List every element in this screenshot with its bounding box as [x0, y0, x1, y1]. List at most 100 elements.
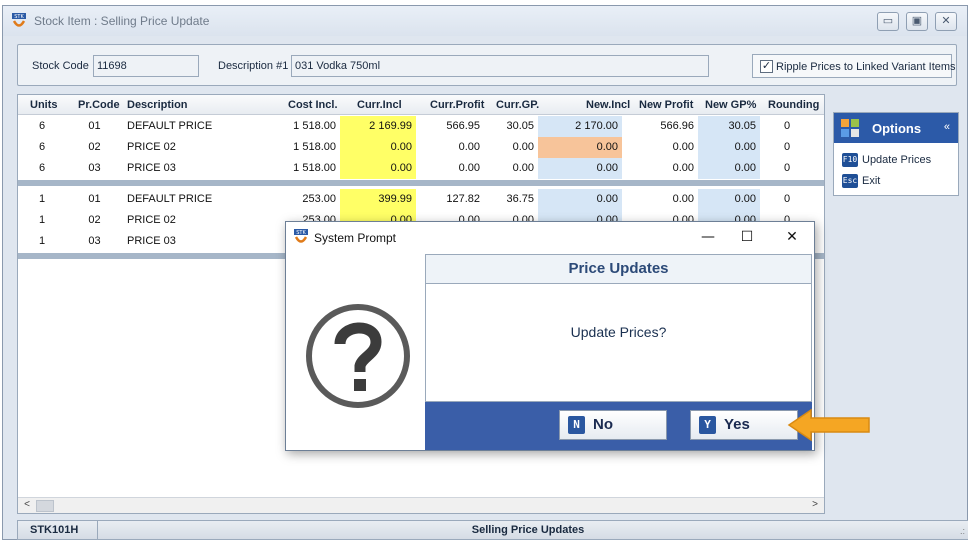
cell-prcode[interactable]: 03	[66, 158, 123, 179]
column-header-description[interactable]: Description	[127, 99, 188, 111]
cell-description[interactable]: PRICE 03	[123, 231, 263, 252]
cell-new-incl[interactable]: 0.00	[538, 158, 622, 179]
option-update-prices-label: Update Prices	[862, 153, 932, 166]
cell-new-gp[interactable]: 0.00	[698, 189, 760, 210]
cell-new-incl[interactable]: 2 170.00	[538, 116, 622, 137]
status-bar: STK101H Selling Price Updates .:	[17, 520, 968, 540]
ripple-prices-label[interactable]: Ripple Prices to Linked Variant Items	[776, 61, 956, 73]
dialog-maximize-button[interactable]: ☐	[735, 227, 759, 247]
cell-new-profit[interactable]: 566.96	[622, 116, 698, 137]
cell-units[interactable]: 1	[18, 210, 66, 231]
column-header-new-incl[interactable]: New.Incl	[586, 99, 630, 111]
cell-description[interactable]: DEFAULT PRICE	[123, 116, 263, 137]
close-button[interactable]: ✕	[935, 12, 957, 31]
cell-description[interactable]: DEFAULT PRICE	[123, 189, 263, 210]
svg-text:STK: STK	[296, 230, 306, 236]
scroll-thumb[interactable]	[36, 500, 54, 512]
cell-new-incl[interactable]: 0.00	[538, 189, 622, 210]
ripple-prices-checkbox-group[interactable]: ✓ Ripple Prices to Linked Variant Items	[752, 54, 956, 78]
cell-units[interactable]: 6	[18, 137, 66, 158]
cell-curr-gp[interactable]: 0.00	[484, 137, 538, 158]
column-header-curr-incl[interactable]: Curr.Incl	[357, 99, 402, 111]
collapse-chevron-icon[interactable]: «	[944, 121, 950, 133]
svg-text:STK: STK	[14, 14, 24, 20]
description-label: Description #1	[218, 60, 289, 72]
cell-curr-gp[interactable]: 30.05	[484, 116, 538, 137]
scroll-left-button[interactable]: <	[20, 499, 34, 512]
cell-new-profit[interactable]: 0.00	[622, 137, 698, 158]
table-row[interactable]: 6 01 DEFAULT PRICE 1 518.00 2 169.99 566.95 30…	[18, 116, 824, 137]
stock-code-field[interactable]: 11698	[93, 55, 199, 77]
stock-code-label: Stock Code	[32, 60, 89, 72]
maximize-button[interactable]: ▣	[906, 12, 928, 31]
cell-curr-gp[interactable]: 36.75	[484, 189, 538, 210]
yes-button-label: Yes	[724, 416, 750, 433]
yes-button[interactable]: Y Yes	[690, 410, 798, 440]
table-row[interactable]: 1 01 DEFAULT PRICE 253.00 399.99 127.82 36.75 0…	[18, 189, 824, 210]
cell-prcode[interactable]: 03	[66, 231, 123, 252]
column-header-curr-gp[interactable]: Curr.GP.	[496, 99, 539, 111]
column-header-prcode[interactable]: Pr.Code	[78, 99, 120, 111]
cell-cost-incl[interactable]: 1 518.00	[263, 137, 340, 158]
cell-prcode[interactable]: 02	[66, 210, 123, 231]
scroll-right-button[interactable]: >	[808, 499, 822, 512]
cell-prcode[interactable]: 02	[66, 137, 123, 158]
dialog-close-button[interactable]: ✕	[780, 227, 804, 247]
dialog-minimize-button[interactable]: —	[696, 227, 720, 247]
cell-new-profit[interactable]: 0.00	[622, 158, 698, 179]
cell-curr-gp[interactable]: 0.00	[484, 158, 538, 179]
column-header-cost-incl[interactable]: Cost Incl.	[288, 99, 338, 111]
column-header-new-gp[interactable]: New GP%	[705, 99, 756, 111]
table-row[interactable]: 6 03 PRICE 03 1 518.00 0.00 0.00 0.00 0.00 0.00 0…	[18, 158, 824, 179]
cell-new-incl[interactable]: 0.00	[538, 137, 622, 158]
cell-rounding[interactable]: 0	[760, 189, 814, 210]
cell-curr-profit[interactable]: 127.82	[416, 189, 484, 210]
dialog-title-bar[interactable]: STK System Prompt — ☐ ✕	[286, 222, 814, 252]
minimize-button[interactable]: ▭	[877, 12, 899, 31]
cell-rounding[interactable]: 0	[760, 137, 814, 158]
question-mark-icon	[306, 304, 410, 408]
cell-rounding[interactable]: 0	[760, 116, 814, 137]
option-exit[interactable]: Esc Exit	[842, 174, 880, 192]
cell-units[interactable]: 1	[18, 231, 66, 252]
cell-curr-incl[interactable]: 2 169.99	[340, 116, 416, 137]
cell-units[interactable]: 1	[18, 189, 66, 210]
cell-curr-incl[interactable]: 0.00	[340, 158, 416, 179]
cell-new-gp[interactable]: 0.00	[698, 158, 760, 179]
description-field[interactable]: 031 Vodka 750ml	[291, 55, 709, 77]
column-header-new-profit[interactable]: New Profit	[639, 99, 693, 111]
cell-description[interactable]: PRICE 02	[123, 137, 263, 158]
cell-curr-incl[interactable]: 0.00	[340, 137, 416, 158]
resize-grip-icon[interactable]: .:	[960, 526, 965, 536]
cell-cost-incl[interactable]: 253.00	[263, 189, 340, 210]
cell-curr-incl[interactable]: 399.99	[340, 189, 416, 210]
table-row[interactable]: 6 02 PRICE 02 1 518.00 0.00 0.00 0.00 0.00 0.00 0…	[18, 137, 824, 158]
cell-new-gp[interactable]: 30.05	[698, 116, 760, 137]
ripple-prices-checkbox[interactable]: ✓	[760, 60, 773, 73]
dialog-message: Update Prices?	[570, 324, 667, 340]
cell-description[interactable]: PRICE 02	[123, 210, 263, 231]
cell-description[interactable]: PRICE 03	[123, 158, 263, 179]
cell-prcode[interactable]: 01	[66, 116, 123, 137]
cell-curr-profit[interactable]: 0.00	[416, 137, 484, 158]
cell-new-gp[interactable]: 0.00	[698, 137, 760, 158]
cell-new-profit[interactable]: 0.00	[622, 189, 698, 210]
column-header-curr-profit[interactable]: Curr.Profit	[430, 99, 484, 111]
cell-curr-profit[interactable]: 566.95	[416, 116, 484, 137]
app-logo-icon: STK	[294, 229, 308, 243]
title-bar[interactable]: STK Stock Item : Selling Price Update ▭ …	[3, 6, 967, 36]
cell-rounding[interactable]: 0	[760, 158, 814, 179]
no-button-label: No	[593, 416, 613, 433]
horizontal-scrollbar[interactable]: < >	[18, 497, 824, 513]
cell-units[interactable]: 6	[18, 116, 66, 137]
no-button[interactable]: N No	[559, 410, 667, 440]
options-header[interactable]: Options «	[834, 113, 958, 143]
cell-cost-incl[interactable]: 1 518.00	[263, 116, 340, 137]
cell-cost-incl[interactable]: 1 518.00	[263, 158, 340, 179]
cell-units[interactable]: 6	[18, 158, 66, 179]
option-update-prices[interactable]: F10 Update Prices	[842, 153, 931, 171]
column-header-units[interactable]: Units	[30, 99, 58, 111]
cell-curr-profit[interactable]: 0.00	[416, 158, 484, 179]
cell-prcode[interactable]: 01	[66, 189, 123, 210]
column-header-rounding[interactable]: Rounding	[768, 99, 819, 111]
